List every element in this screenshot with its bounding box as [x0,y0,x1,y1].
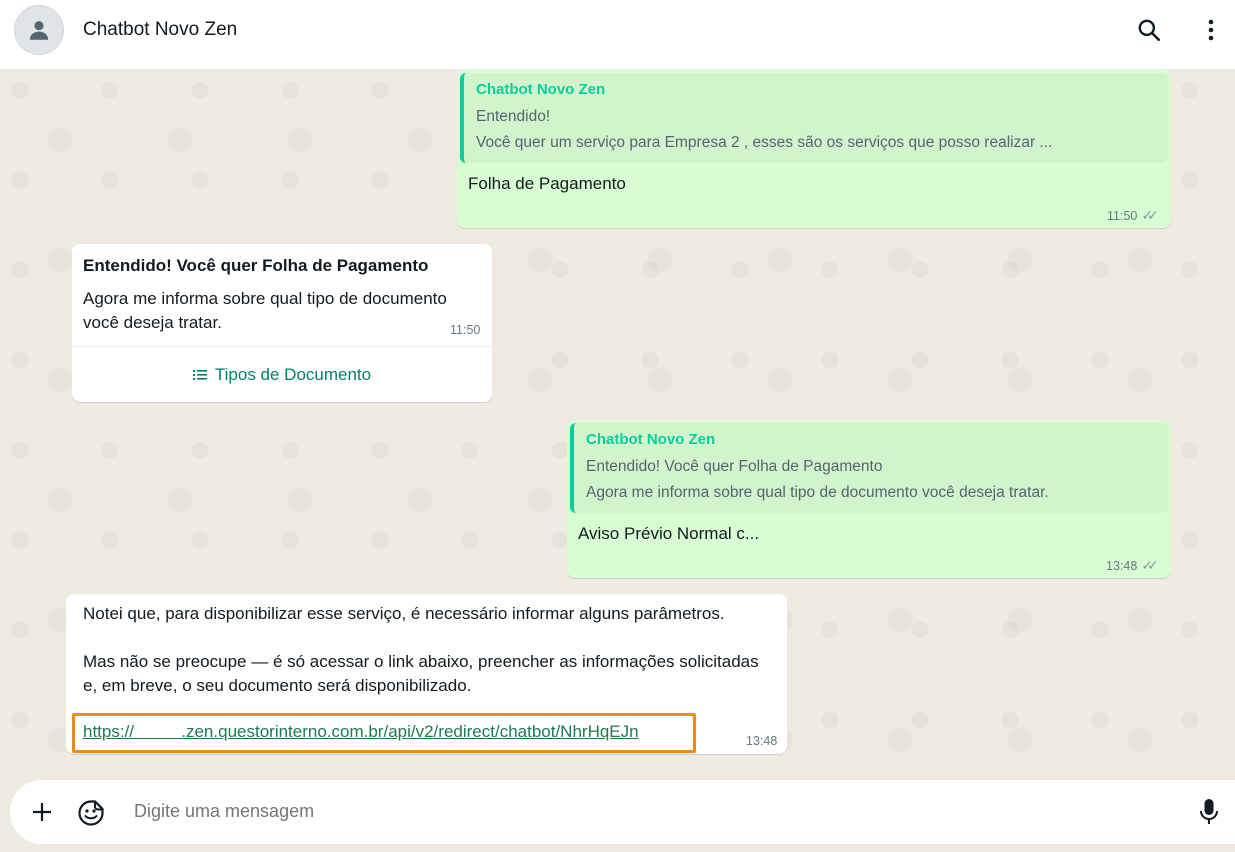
message-text: e, em breve, o seu documento será dispon… [83,676,472,695]
quote-sender: Chatbot Novo Zen [476,81,606,98]
message-time: 11:50 [450,323,481,337]
contact-name[interactable]: Chatbot Novo Zen [83,19,237,41]
incoming-message[interactable]: Entendido! Você quer Folha de Pagamento … [72,244,492,402]
outgoing-message[interactable]: Chatbot Novo Zen Entendido! Você quer um… [457,70,1171,228]
double-check-icon: ✓✓ [1141,557,1159,573]
quote-sender: Chatbot Novo Zen [586,431,716,448]
message-text: Notei que, para disponibilizar esse serv… [83,604,725,623]
composer [10,780,1235,844]
quote-text-line: Entendido! Você quer Folha de Pagamento [586,458,883,475]
outgoing-message[interactable]: Chatbot Novo Zen Entendido! Você quer Fo… [567,420,1171,578]
quote-text-line: Entendido! [476,108,551,125]
list-button-label: Tipos de Documento [214,364,372,384]
message-meta: 11:50 ✓✓ [1107,207,1159,224]
list-options-button[interactable]: Tipos de Documento [72,346,492,402]
search-icon [1138,19,1161,42]
chat-header: Chatbot Novo Zen [0,0,1235,70]
composer-bar [0,780,1235,852]
search-button[interactable] [1133,14,1165,46]
message-input[interactable] [134,801,1174,822]
quote-text-line: Agora me informa sobre qual tipo de docu… [586,484,1049,501]
quoted-message[interactable]: Chatbot Novo Zen Entendido! Você quer Fo… [570,423,1168,513]
message-time: 13:48 [746,734,778,748]
message-time: 13:48 [1106,558,1138,573]
sticker-button[interactable] [74,796,108,830]
redirect-link[interactable]: https:// .zen.questorinterno.com.br/api/… [83,722,639,742]
message-text: Aviso Prévio Normal c... [578,524,760,543]
quote-text-line: Você quer um serviço para Empresa 2 , es… [476,134,1053,151]
attach-button[interactable] [26,796,58,828]
plus-icon [33,803,51,821]
avatar[interactable] [14,5,64,55]
more-vertical-icon [1208,19,1214,41]
message-title: Entendido! Você quer Folha de Pagamento [83,256,429,275]
user-icon [29,21,49,40]
message-text: Agora me informa sobre qual tipo de docu… [83,289,447,308]
voice-button[interactable] [1196,797,1222,827]
message-meta: 13:48 ✓✓ [1106,557,1159,574]
double-check-icon: ✓✓ [1141,207,1159,223]
message-text: Mas não se preocupe — é só acessar o lin… [83,652,759,671]
quoted-message[interactable]: Chatbot Novo Zen Entendido! Você quer um… [460,73,1168,163]
sticker-icon [78,800,104,826]
message-text: Folha de Pagamento [468,174,626,193]
chat-area[interactable]: Chatbot Novo Zen Entendido! Você quer um… [0,70,1235,780]
message-text: você deseja tratar. [83,313,222,332]
list-icon [192,369,207,380]
menu-button[interactable] [1195,14,1227,46]
message-time: 11:50 [1107,208,1138,223]
microphone-icon [1200,799,1218,824]
